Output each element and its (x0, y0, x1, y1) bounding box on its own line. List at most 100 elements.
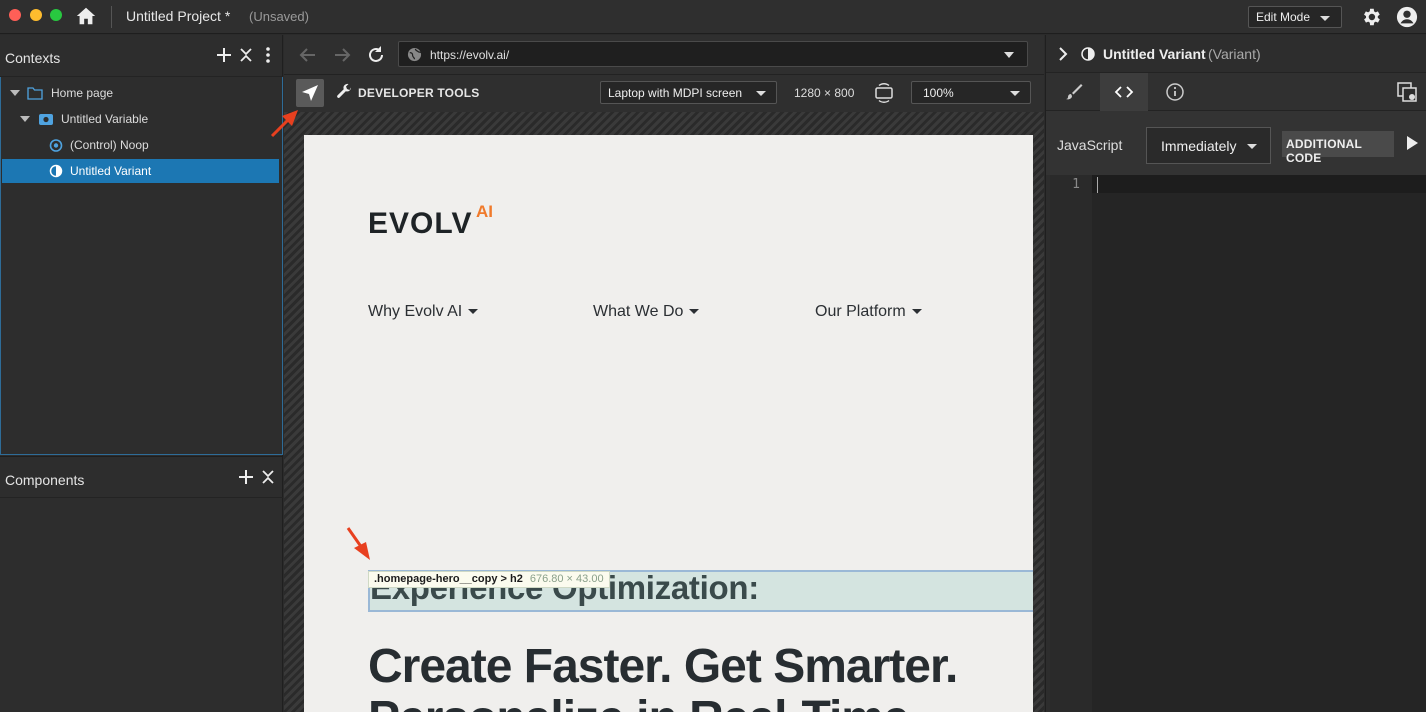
inspector-header: Untitled Variant (Variant) (1046, 35, 1426, 73)
viewport-dimensions: 1280 × 800 (794, 86, 855, 100)
language-label: JavaScript (1057, 137, 1123, 153)
annotation-arrow-icon (270, 110, 298, 138)
device-viewport: EVOLV AI Why Evolv AI What We Do Our Pla… (284, 112, 1044, 712)
home-icon[interactable] (75, 5, 97, 27)
caret-down-icon (468, 309, 479, 315)
website-preview[interactable]: EVOLV AI Why Evolv AI What We Do Our Pla… (304, 135, 1033, 712)
hero-heading-line1[interactable]: Create Faster. Get Smarter. (368, 639, 958, 694)
nav-label: Why Evolv AI (368, 303, 463, 320)
components-title: Components (5, 472, 85, 488)
left-panel: Contexts Home page Untitled Variable (Co… (0, 35, 283, 712)
nav-label: What We Do (593, 303, 684, 320)
element-picker-button[interactable] (296, 79, 324, 107)
project-status: (Unsaved) (249, 9, 309, 24)
rotate-device-icon[interactable] (872, 81, 896, 105)
evolv-logo[interactable]: EVOLV AI (368, 202, 493, 241)
chevron-right-icon[interactable] (1057, 47, 1069, 61)
reload-icon[interactable] (365, 44, 387, 66)
nav-our-platform[interactable]: Our Platform (815, 303, 922, 321)
tree-item-control-noop[interactable]: (Control) Noop (2, 133, 279, 157)
chevron-down-icon (1247, 144, 1257, 149)
tree-item-label: (Control) Noop (70, 138, 149, 152)
code-icon (1114, 86, 1134, 98)
mode-select-value: Edit Mode (1256, 10, 1311, 24)
annotation-arrow-icon (346, 527, 370, 560)
tree-item-untitled-variant[interactable]: Untitled Variant (2, 159, 279, 183)
chevron-down-icon[interactable] (1004, 52, 1014, 58)
close-window-button[interactable] (9, 9, 21, 21)
variant-type: (Variant) (1208, 46, 1261, 62)
duplicate-icon[interactable] (1396, 81, 1418, 103)
wrench-icon[interactable] (335, 83, 353, 101)
logo-text: EVOLV (368, 207, 473, 240)
line-gutter: 1 (1050, 175, 1092, 712)
add-icon[interactable] (215, 46, 233, 64)
forward-arrow-icon[interactable] (331, 44, 353, 66)
tab-info[interactable] (1151, 73, 1199, 111)
info-icon (1166, 83, 1184, 101)
tab-code[interactable] (1100, 73, 1148, 111)
title-bar: Untitled Project * (Unsaved) Edit Mode (0, 0, 1426, 34)
url-text: https://evolv.ai/ (430, 48, 510, 62)
globe-icon (407, 47, 422, 62)
contexts-title: Contexts (5, 50, 61, 66)
collapse-all-icon[interactable] (237, 46, 255, 64)
preview-panel: https://evolv.ai/ DEVELOPER TOOLS Laptop… (284, 35, 1044, 712)
caret-down-icon (911, 309, 922, 315)
chevron-down-icon (756, 91, 766, 96)
divider (111, 6, 112, 28)
expand-toggle-icon[interactable] (10, 90, 20, 96)
selector-text: .homepage-hero__copy > h2 (374, 573, 523, 585)
components-header: Components (0, 456, 283, 498)
devtools-toolbar: DEVELOPER TOOLS Laptop with MDPI screen … (284, 75, 1044, 112)
folder-icon (27, 87, 43, 100)
chevron-down-icon (1010, 91, 1020, 96)
caret-down-icon (689, 309, 700, 315)
timing-select-value: Immediately (1161, 138, 1237, 154)
browser-toolbar: https://evolv.ai/ (284, 35, 1044, 75)
expand-toggle-icon[interactable] (20, 116, 30, 122)
element-selector-tooltip: .homepage-hero__copy > h2 676.80 × 43.00 (368, 571, 610, 588)
navigation-arrow-icon (302, 85, 318, 101)
tree-item-label: Home page (51, 86, 114, 100)
maximize-window-button[interactable] (50, 9, 62, 21)
line-number: 1 (1072, 177, 1080, 192)
gear-icon[interactable] (1360, 6, 1382, 28)
active-line (1092, 175, 1426, 193)
play-icon[interactable] (1407, 136, 1418, 150)
variant-icon (1081, 47, 1095, 61)
back-arrow-icon[interactable] (297, 44, 319, 66)
collapse-all-icon[interactable] (259, 468, 277, 486)
mode-select[interactable]: Edit Mode (1248, 6, 1342, 28)
code-editor[interactable]: 1 (1050, 175, 1426, 712)
nav-why-evolv[interactable]: Why Evolv AI (368, 303, 479, 321)
contexts-header: Contexts (0, 35, 283, 77)
tree-item-label: Untitled Variant (70, 164, 152, 178)
add-icon[interactable] (237, 468, 255, 486)
tree-item-home-page[interactable]: Home page (2, 81, 279, 105)
variable-icon (39, 114, 53, 125)
project-title: Untitled Project * (126, 8, 231, 24)
minimize-window-button[interactable] (30, 9, 42, 21)
chevron-down-icon (1320, 16, 1330, 21)
zoom-select-value: 100% (923, 86, 954, 100)
additional-code-label: ADDITIONAL CODE (1286, 137, 1362, 165)
nav-what-we-do[interactable]: What We Do (593, 303, 700, 321)
zoom-select[interactable]: 100% (911, 81, 1031, 104)
selector-dimensions: 676.80 × 43.00 (529, 573, 604, 585)
developer-tools-label[interactable]: DEVELOPER TOOLS (358, 86, 479, 100)
additional-code-button[interactable]: ADDITIONAL CODE (1282, 131, 1394, 165)
text-cursor (1097, 177, 1098, 193)
device-select-value: Laptop with MDPI screen (608, 86, 743, 100)
account-icon[interactable] (1396, 6, 1418, 28)
tree-item-untitled-variable[interactable]: Untitled Variable (2, 107, 279, 131)
more-options-icon[interactable] (259, 46, 277, 64)
url-input[interactable]: https://evolv.ai/ (398, 41, 1028, 67)
timing-select[interactable]: Immediately (1146, 127, 1271, 164)
device-select[interactable]: Laptop with MDPI screen (600, 81, 777, 104)
hero-heading-line2[interactable]: Personalize in Real-Time. (368, 691, 922, 712)
variant-name: Untitled Variant (1103, 46, 1206, 62)
tab-style[interactable] (1050, 73, 1098, 111)
nav-label: Our Platform (815, 303, 906, 320)
tree-item-label: Untitled Variable (61, 112, 149, 126)
